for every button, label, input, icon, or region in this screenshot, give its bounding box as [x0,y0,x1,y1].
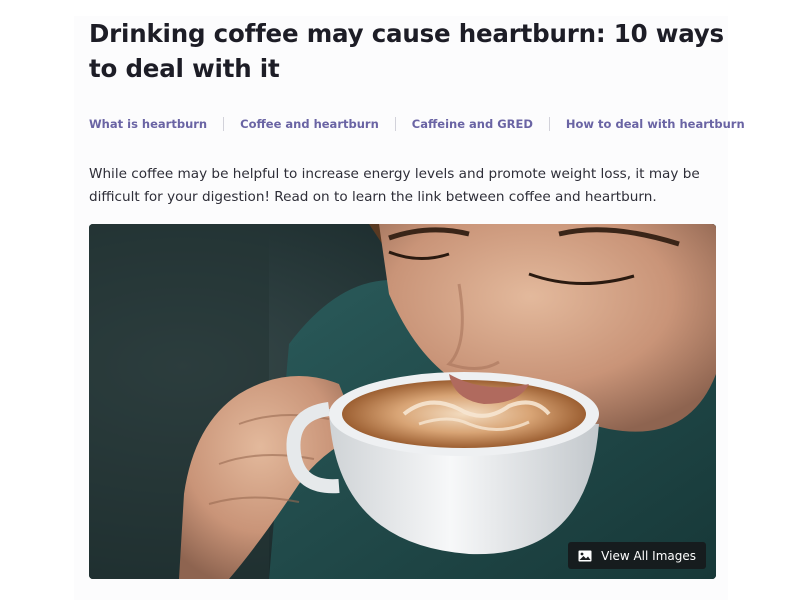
toc-link-what-is-heartburn[interactable]: What is heartburn [89,117,207,131]
table-of-contents: What is heartburn Coffee and heartburn C… [89,117,745,131]
view-all-images-label: View All Images [601,548,696,563]
toc-divider [223,117,225,131]
view-all-images-button[interactable]: View All Images [568,542,706,569]
toc-link-how-to-deal[interactable]: How to deal with heartburn [566,117,745,131]
woman-drinking-coffee-illustration [89,224,716,579]
article-title: Drinking coffee may cause heartburn: 10 … [89,19,724,83]
article-intro: While coffee may be helpful to increase … [89,166,700,205]
toc-divider [394,117,396,131]
toc-divider [548,117,550,131]
toc-link-coffee-and-heartburn[interactable]: Coffee and heartburn [240,117,379,131]
toc-link-caffeine-and-gred[interactable]: Caffeine and GRED [412,117,533,131]
hero-image[interactable]: View All Images [89,224,716,579]
image-icon [578,550,592,562]
